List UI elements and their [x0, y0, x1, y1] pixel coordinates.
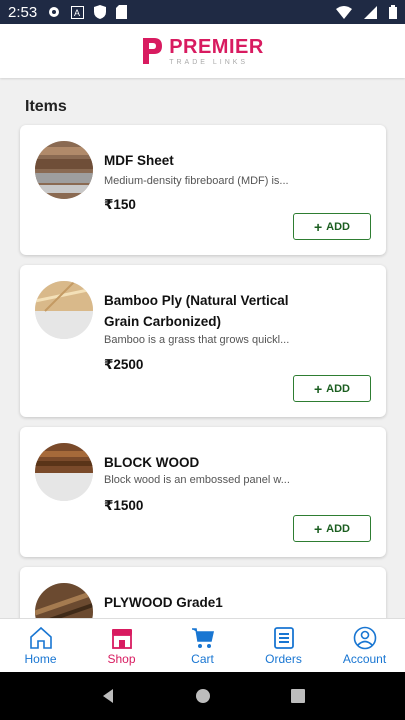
nav-home[interactable]: Home — [0, 619, 81, 672]
shield-icon — [94, 5, 107, 19]
account-icon — [353, 626, 376, 649]
section-title: Items — [25, 98, 67, 115]
item-image — [35, 281, 93, 339]
plus-icon: + — [313, 218, 323, 235]
plus-icon: + — [313, 380, 323, 397]
cart-icon — [191, 627, 214, 648]
add-button-label: ADD — [326, 220, 351, 233]
item-image — [35, 583, 93, 618]
home-button-icon[interactable] — [195, 688, 211, 704]
add-button-label: ADD — [326, 382, 351, 395]
bottom-navigation: Home Shop Cart Orders Account — [0, 618, 405, 672]
nav-label: Home — [24, 651, 57, 666]
brand-title: PREMIER — [169, 35, 264, 58]
nav-label: Shop — [107, 651, 136, 666]
item-description: Block wood is an embossed panel w... — [104, 474, 290, 486]
orders-icon — [273, 626, 294, 649]
item-name: Bamboo Ply (Natural Vertical Grain Carbo… — [104, 293, 289, 329]
brand-logo: PREMIER TRADE LINKS — [141, 36, 264, 66]
item-name: PLYWOOD Grade1 — [104, 595, 223, 610]
add-to-cart-button[interactable]: + ADD — [293, 375, 371, 402]
home-icon — [29, 626, 52, 649]
nav-account[interactable]: Account — [324, 619, 405, 672]
text-a-icon: A — [71, 5, 85, 19]
nav-label: Cart — [191, 651, 214, 666]
item-price: ₹1500 — [104, 498, 144, 513]
status-bar: 2:53 A — [0, 0, 405, 24]
item-image — [35, 141, 93, 199]
nav-label: Account — [342, 651, 387, 666]
nav-orders[interactable]: Orders — [243, 619, 324, 672]
item-description: Medium-density fibreboard (MDF) is... — [104, 175, 289, 187]
item-price: ₹2500 — [104, 357, 144, 372]
add-button-label: ADD — [326, 522, 351, 535]
nav-label: Orders — [265, 651, 302, 666]
item-card[interactable]: Bamboo Ply (Natural Vertical Grain Carbo… — [20, 265, 386, 417]
plus-icon: + — [313, 520, 323, 537]
shop-icon — [111, 628, 132, 649]
items-list-area[interactable]: Items MDF Sheet Medium-density fibreboar… — [0, 78, 405, 618]
item-card[interactable]: PLYWOOD Grade1 — [20, 567, 386, 618]
battery-icon — [389, 5, 397, 19]
item-card[interactable]: MDF Sheet Medium-density fibreboard (MDF… — [20, 125, 386, 255]
add-to-cart-button[interactable]: + ADD — [293, 515, 371, 542]
nav-cart[interactable]: Cart — [162, 619, 243, 672]
system-navigation-bar — [0, 672, 405, 720]
nav-shop[interactable]: Shop — [81, 619, 162, 672]
back-icon[interactable] — [100, 688, 116, 704]
app-header: PREMIER TRADE LINKS — [0, 24, 405, 78]
svg-text:A: A — [74, 8, 80, 18]
sd-card-icon — [116, 5, 128, 19]
wifi-icon — [336, 5, 352, 19]
item-price: ₹150 — [104, 197, 136, 212]
status-time: 2:53 — [8, 3, 38, 21]
signal-icon — [364, 5, 377, 19]
item-description: Bamboo is a grass that grows quickl... — [104, 334, 290, 346]
brand-subtitle: TRADE LINKS — [169, 58, 249, 66]
item-name: MDF Sheet — [104, 153, 174, 168]
item-image — [35, 443, 93, 501]
recents-icon[interactable] — [290, 688, 306, 704]
settings-gear-icon — [49, 7, 60, 17]
add-to-cart-button[interactable]: + ADD — [293, 213, 371, 240]
item-name: BLOCK WOOD — [104, 455, 200, 470]
item-card[interactable]: BLOCK WOOD Block wood is an embossed pan… — [20, 427, 386, 557]
premier-logo-mark-icon — [143, 38, 163, 64]
